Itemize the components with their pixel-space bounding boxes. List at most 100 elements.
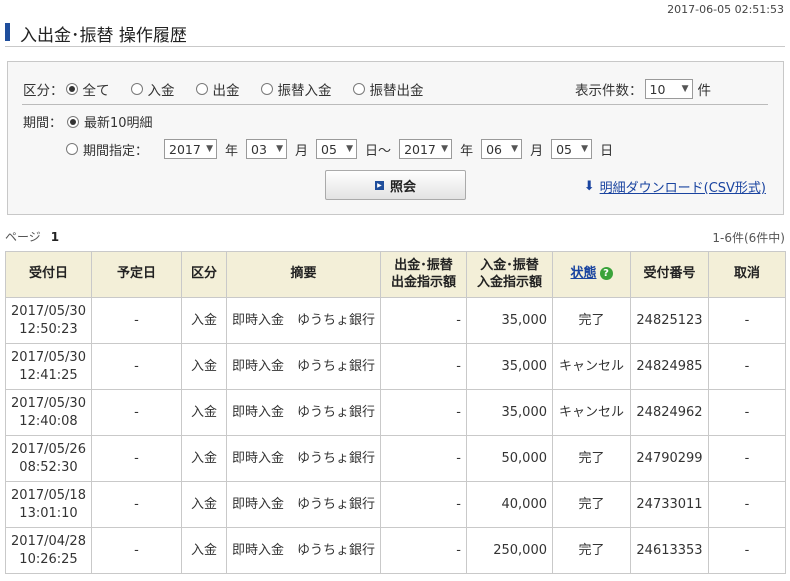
year-unit: 年 [460,143,474,159]
display-count: 表示件数： 10 ▼ 件 [575,79,711,99]
display-count-label: 表示件数： [575,83,643,99]
history-table: 受付日 予定日 区分 摘要 出金･振替 出金指示額 入金･振替 入金指示額 状態? … [5,251,786,574]
category-radio-all[interactable]: 全て [65,79,110,99]
header-received-date: 受付日 [5,251,92,298]
radio-icon[interactable] [130,83,143,95]
radio-icon[interactable] [195,83,208,95]
status-header-link[interactable]: 状態 [570,266,596,281]
cell-scheduled-date: - [91,343,182,390]
cell-scheduled-date: - [91,481,182,528]
cell-receipt-number: 24613353 [630,527,709,574]
table-header-row: 受付日 予定日 区分 摘要 出金･振替 出金指示額 入金･振替 入金指示額 状態? … [5,251,786,298]
cell-status: 完了 [552,435,631,482]
cell-withdraw-amount: - [380,343,467,390]
radio-icon[interactable] [352,83,365,95]
table-row: 2017/05/30 12:50:23- 入金 即時入金 ゆうちょ銀行 -35,000 完… [5,297,786,344]
chevron-down-icon: ▼ [206,144,214,154]
cell-withdraw-amount: - [380,527,467,574]
download-arrow-icon: ⬇ [583,179,595,194]
cell-cancel: - [708,435,786,482]
cell-withdraw-amount: - [380,297,467,344]
cell-cancel: - [708,343,786,390]
cell-summary: 即時入金 ゆうちょ銀行 [226,527,381,574]
radio-icon[interactable] [260,83,273,95]
chevron-down-icon: ▼ [346,144,354,154]
to-year-select[interactable]: 2017 ▼ [399,139,453,159]
month-unit: 月 [530,143,544,159]
cell-deposit-amount: 50,000 [466,435,553,482]
table-row: 2017/05/30 12:41:25- 入金 即時入金 ゆうちょ銀行 -35,000 キ… [5,343,786,390]
category-label: 区分： [23,83,64,99]
cell-summary: 即時入金 ゆうちょ銀行 [226,389,381,436]
cell-withdraw-amount: - [380,435,467,482]
from-month-select[interactable]: 03 ▼ [246,139,288,159]
radio-icon[interactable] [66,143,78,155]
cell-deposit-amount: 35,000 [466,389,553,436]
to-month-select[interactable]: 06 ▼ [481,139,523,159]
cell-withdraw-amount: - [380,389,467,436]
cell-received-date: 2017/04/28 10:26:25 [5,527,92,574]
chevron-down-icon: ▼ [511,144,519,154]
radio-selected-icon[interactable] [67,115,80,128]
month-unit: 月 [295,143,309,159]
table-row: 2017/05/26 08:52:30- 入金 即時入金 ゆうちょ銀行 -50,000 完… [5,435,786,482]
category-radio-transfer-in[interactable]: 振替入金 [260,79,332,99]
cell-withdraw-amount: - [380,481,467,528]
from-year-select[interactable]: 2017 ▼ [164,139,218,159]
chevron-down-icon: ▼ [581,144,589,154]
period-label: 期間： [23,116,63,131]
header-receipt-number: 受付番号 [630,251,709,298]
radio-selected-icon[interactable] [65,83,78,95]
header-status: 状態? [552,251,631,298]
cell-status: 完了 [552,527,631,574]
display-count-unit: 件 [697,83,712,99]
category-radio-deposit[interactable]: 入金 [130,79,175,99]
cell-receipt-number: 24790299 [630,435,709,482]
cell-received-date: 2017/05/26 08:52:30 [5,435,92,482]
pagination: ページ 1 [5,228,59,245]
filter-divider [22,104,768,105]
cell-cancel: - [708,389,786,436]
category-radio-transfer-out[interactable]: 振替出金 [352,79,424,99]
from-day-select[interactable]: 05 ▼ [316,139,358,159]
cell-deposit-amount: 250,000 [466,527,553,574]
cell-status: キャンセル [552,389,631,436]
page-header: 入出金･振替 操作履歴 [5,19,785,47]
period-radio-recent[interactable]: 最新10明細 [67,112,153,131]
cell-scheduled-date: - [91,527,182,574]
cell-received-date: 2017/05/18 13:01:10 [5,481,92,528]
cell-deposit-amount: 40,000 [466,481,553,528]
category-radio-withdraw[interactable]: 出金 [195,79,240,99]
title-accent-bar [5,23,10,41]
period-radio-specify[interactable]: 期間指定： [66,140,148,159]
cell-receipt-number: 24825123 [630,297,709,344]
result-count: 1-6件(6件中) [712,231,785,245]
csv-download-link[interactable]: ⬇ 明細ダウンロード(CSV形式) [584,177,766,196]
page-title: 入出金･振替 操作履歴 [20,26,187,46]
cell-receipt-number: 24824985 [630,343,709,390]
help-icon[interactable]: ? [599,267,613,281]
cell-summary: 即時入金 ゆうちょ銀行 [226,297,381,344]
page-timestamp: 2017-06-05 02:51:53 [667,3,784,16]
table-row: 2017/04/28 10:26:25- 入金 即時入金 ゆうちょ銀行 -250,000… [5,527,786,574]
cell-received-date: 2017/05/30 12:50:23 [5,297,92,344]
display-count-select[interactable]: 10 ▼ [644,79,693,99]
cell-category: 入金 [181,481,227,528]
cell-receipt-number: 24733011 [630,481,709,528]
cell-received-date: 2017/05/30 12:40:08 [5,389,92,436]
period-specify-row: 期間指定： 2017 ▼ 年 03 ▼ 月 05 ▼ 日～ 2017 ▼ 年 06 ▼ 月… [66,138,621,160]
cell-receipt-number: 24824962 [630,389,709,436]
cell-summary: 即時入金 ゆうちょ銀行 [226,343,381,390]
cell-deposit-amount: 35,000 [466,343,553,390]
header-deposit-amount: 入金･振替 入金指示額 [466,251,553,298]
cell-category: 入金 [181,435,227,482]
cell-received-date: 2017/05/30 12:41:25 [5,343,92,390]
to-day-select[interactable]: 05 ▼ [551,139,593,159]
cell-status: 完了 [552,481,631,528]
search-button[interactable]: ▶ 照会 [325,170,466,200]
day-to-unit: 日 [600,143,614,159]
period-recent-row: 期間： 最新10明細 [23,112,153,131]
filter-panel: 区分： 全て 入金 出金 振替入金 振替出金 表示件数： 10 ▼ 件 期間： 最… [7,61,784,215]
year-unit: 年 [225,143,239,159]
page-number[interactable]: 1 [51,230,59,244]
